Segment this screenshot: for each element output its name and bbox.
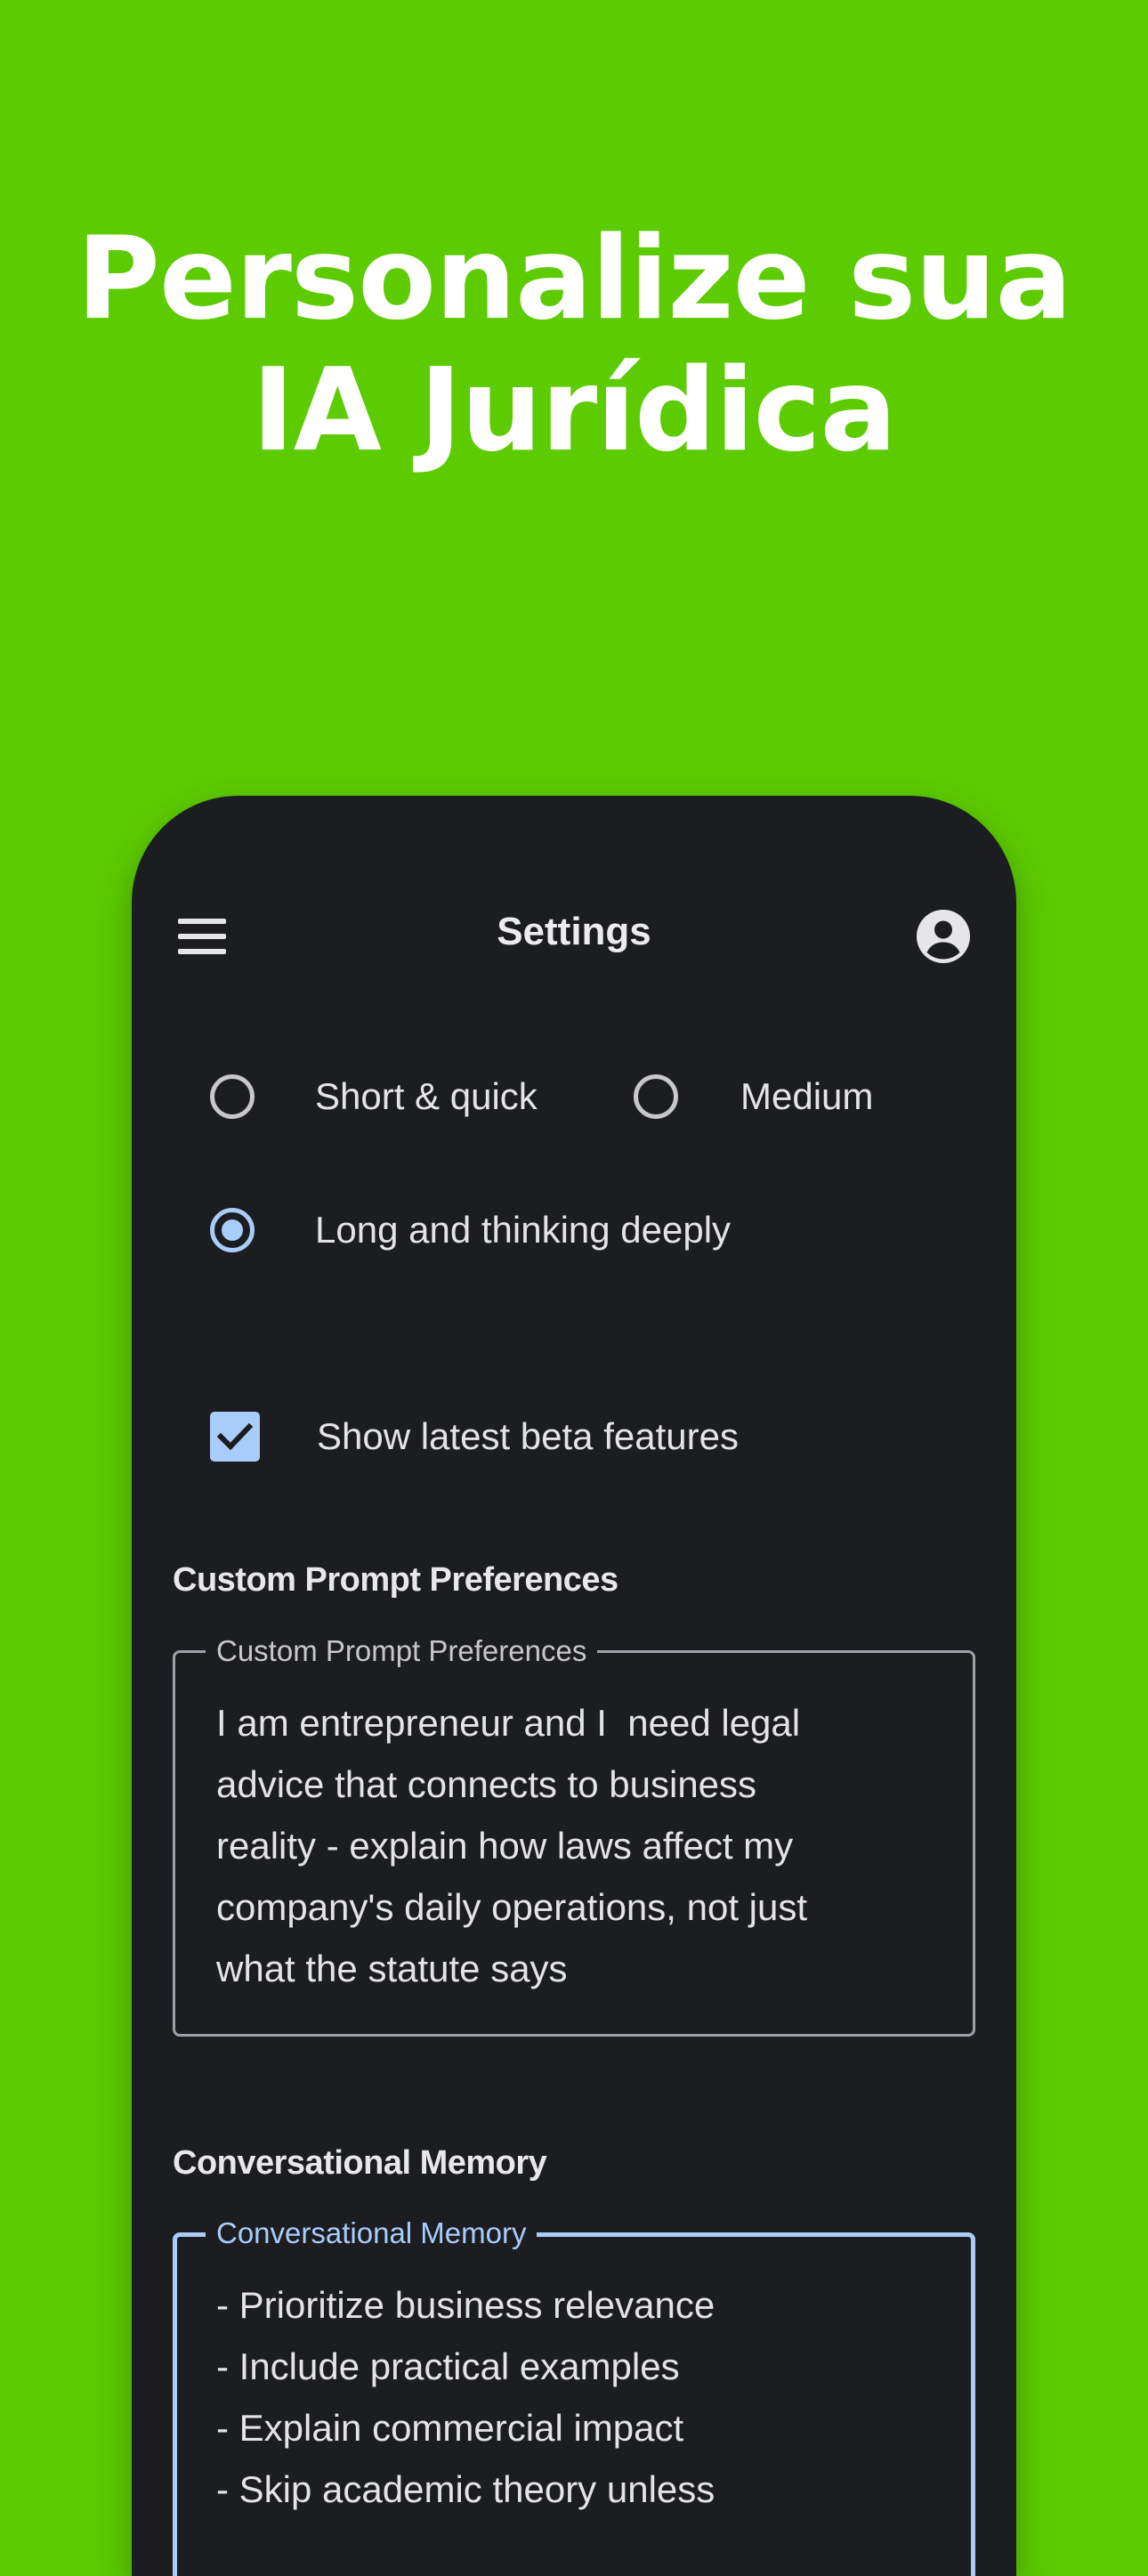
custom-prompt-field[interactable]: Custom Prompt Preferences I am entrepren… (173, 1633, 975, 2037)
radio-label-medium: Medium (740, 1075, 874, 1117)
custom-prompt-field-label: Custom Prompt Preferences (206, 1633, 598, 1669)
phone-screen: Settings Short & quick Medium Long and t… (132, 796, 1016, 2576)
custom-prompt-textarea[interactable]: I am entrepreneur and I need legal advic… (216, 1692, 946, 1999)
conversational-memory-field[interactable]: Conversational Memory - Prioritize busin… (173, 2216, 975, 2576)
promo-headline-line-2: IA Jurídica (252, 344, 897, 477)
beta-features-option[interactable]: Show latest beta features (210, 1401, 739, 1472)
account-circle-icon[interactable] (917, 910, 970, 963)
custom-prompt-heading: Custom Prompt Preferences (173, 1561, 618, 1599)
conversational-memory-field-label: Conversational Memory (206, 2216, 538, 2251)
radio-option-long[interactable]: Long and thinking deeply (210, 1195, 731, 1266)
promo-headline: Personalize sua IA Jurídica (0, 214, 1148, 477)
conversational-memory-heading: Conversational Memory (173, 2144, 547, 2182)
radio-option-medium[interactable]: Medium (634, 1061, 873, 1132)
conversational-memory-textarea[interactable]: - Prioritize business relevance - Includ… (216, 2274, 946, 2520)
promo-headline-line-1: Personalize sua (77, 213, 1072, 345)
radio-option-short[interactable]: Short & quick (210, 1061, 538, 1132)
radio-button-long[interactable] (210, 1208, 255, 1252)
radio-label-short: Short & quick (315, 1075, 538, 1117)
checkmark-icon (216, 1422, 254, 1451)
beta-features-label: Show latest beta features (317, 1415, 739, 1457)
screen-title: Settings (497, 910, 651, 953)
radio-label-long: Long and thinking deeply (315, 1209, 732, 1251)
radio-button-medium[interactable] (634, 1074, 678, 1119)
radio-button-short[interactable] (210, 1074, 255, 1119)
beta-features-checkbox[interactable] (210, 1412, 260, 1462)
app-bar: Settings (132, 903, 1016, 970)
